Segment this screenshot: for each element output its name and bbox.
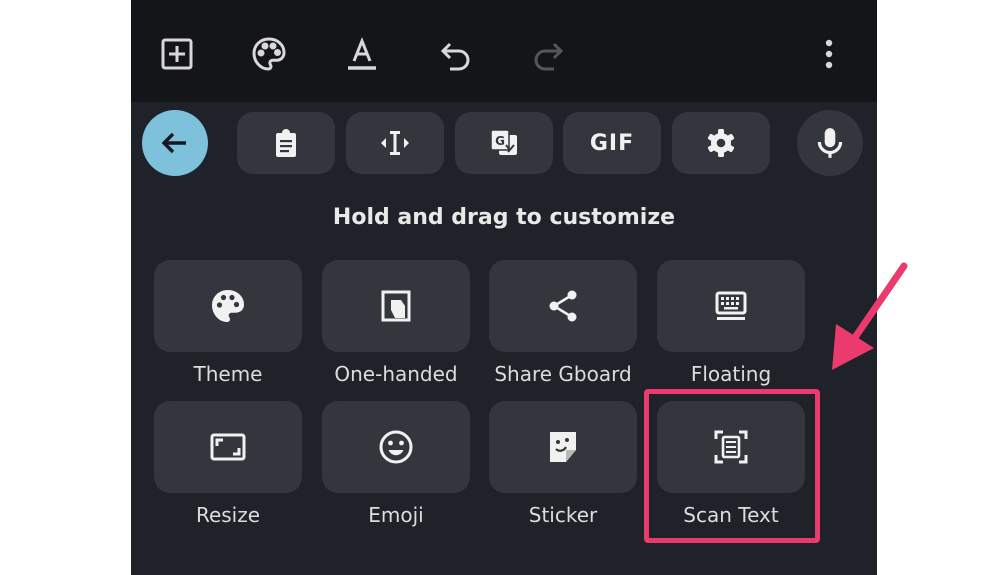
- tile-resize[interactable]: [154, 401, 302, 493]
- undo-icon[interactable]: [432, 30, 480, 78]
- palette-icon: [212, 290, 244, 322]
- tile-label: Theme: [193, 362, 263, 386]
- cursor-control-button[interactable]: [346, 112, 444, 174]
- tile-label: Emoji: [368, 503, 424, 527]
- translate-icon: G: [490, 129, 517, 155]
- tile-label: Sticker: [528, 503, 598, 527]
- editor-toolbar: [131, 0, 877, 102]
- emoji-icon: [379, 430, 413, 464]
- settings-icon: [707, 129, 735, 157]
- add-box-icon[interactable]: [153, 30, 201, 78]
- customize-hint: Hold and drag to customize: [332, 205, 676, 230]
- svg-text:G: G: [495, 134, 505, 148]
- tile-floating[interactable]: [657, 260, 805, 352]
- tile-theme[interactable]: [154, 260, 302, 352]
- gif-button[interactable]: GIF: [563, 112, 661, 174]
- tile-share-gboard[interactable]: [489, 260, 637, 352]
- back-button[interactable]: [142, 110, 208, 176]
- tile-label: Resize: [195, 503, 261, 527]
- tile-one-handed[interactable]: [322, 260, 470, 352]
- gif-label: GIF: [589, 130, 635, 156]
- redo-icon[interactable]: [524, 30, 572, 78]
- translate-button[interactable]: G: [455, 112, 553, 174]
- palette-icon[interactable]: [245, 30, 293, 78]
- arrow-back-icon: [161, 132, 186, 154]
- clipboard-icon: [276, 129, 296, 157]
- clipboard-button[interactable]: [237, 112, 335, 174]
- sticker-icon: [550, 432, 576, 462]
- pointer-arrow-icon: [832, 262, 908, 370]
- share-icon: [549, 290, 577, 322]
- resize-icon: [210, 433, 246, 461]
- settings-button[interactable]: [672, 112, 770, 174]
- keyboard-access-bar: G GIF: [131, 102, 877, 194]
- mic-button[interactable]: [797, 110, 863, 176]
- tile-label: One-handed: [334, 362, 458, 386]
- tile-label: Share Gboard: [494, 362, 632, 386]
- more-vert-icon[interactable]: [805, 30, 853, 78]
- floating-keyboard-icon: [715, 291, 747, 320]
- tile-emoji[interactable]: [322, 401, 470, 493]
- text-format-icon[interactable]: [338, 30, 386, 78]
- highlight-box: [644, 389, 820, 543]
- tile-sticker[interactable]: [489, 401, 637, 493]
- mic-icon: [817, 128, 843, 158]
- one-handed-icon: [381, 290, 411, 322]
- cursor-control-icon: [381, 131, 409, 155]
- tile-label: Floating: [690, 362, 772, 386]
